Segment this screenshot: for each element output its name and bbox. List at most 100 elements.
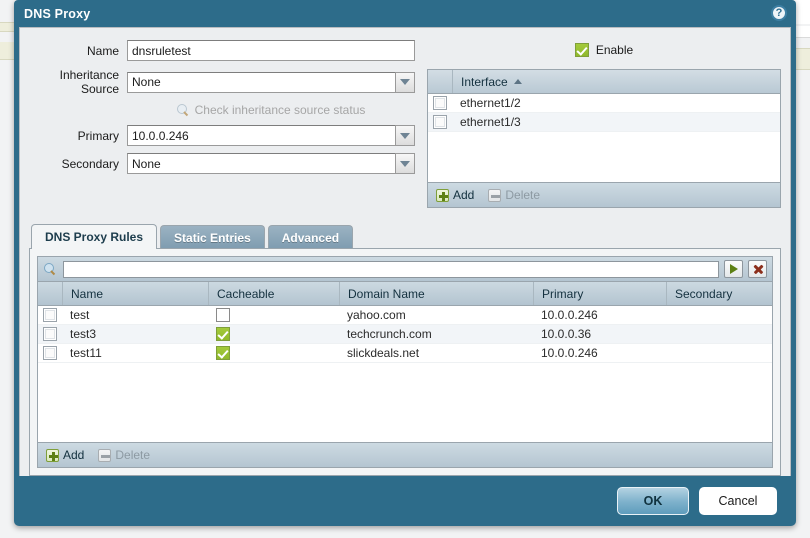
table-row[interactable]: ethernet1/2: [428, 94, 780, 113]
rules-column-header-primary[interactable]: Primary: [533, 282, 666, 305]
search-icon: [44, 263, 57, 276]
tabstrip: DNS Proxy Rules Static Entries Advanced: [29, 224, 781, 249]
interface-name-cell: ethernet1/3: [452, 113, 780, 131]
rules-search-bar: [37, 256, 773, 281]
secondary-row: Secondary: [29, 153, 415, 174]
plus-icon: [46, 449, 59, 462]
rule-cacheable-cell: [208, 344, 339, 362]
enable-label: Enable: [596, 43, 633, 57]
ok-button[interactable]: OK: [617, 487, 689, 515]
interface-add-button[interactable]: Add: [436, 188, 474, 202]
rules-grid-body: test yahoo.com 10.0.0.246 test3 techcrun…: [38, 306, 772, 442]
secondary-combo[interactable]: [127, 153, 415, 174]
row-checkbox[interactable]: [43, 327, 57, 341]
minus-icon: [98, 449, 111, 462]
table-row[interactable]: ethernet1/3: [428, 113, 780, 132]
table-row[interactable]: test3 techcrunch.com 10.0.0.36: [38, 325, 772, 344]
tab-static-entries[interactable]: Static Entries: [160, 225, 265, 249]
interface-grid-body: ethernet1/2 ethernet1/3: [428, 94, 780, 182]
enable-checkbox[interactable]: [575, 43, 589, 57]
interface-name-cell: ethernet1/2: [452, 94, 780, 112]
row-checkbox[interactable]: [43, 346, 57, 360]
dialog-footer: OK Cancel: [14, 476, 796, 526]
chevron-down-icon: [400, 133, 410, 139]
inheritance-source-dropdown-button[interactable]: [395, 72, 415, 93]
rule-cacheable-cell: [208, 306, 339, 324]
dialog-body: Name Inheritance Source: [19, 27, 791, 476]
rules-grid-toolbar: Add Delete: [38, 442, 772, 467]
cacheable-checkbox[interactable]: [216, 346, 230, 360]
row-checkbox[interactable]: [43, 308, 57, 322]
inheritance-status-row: Check inheritance source status: [29, 103, 415, 117]
green-arrow-icon: [730, 264, 738, 274]
rules-column-header-secondary[interactable]: Secondary: [666, 282, 772, 305]
dns-proxy-dialog: DNS Proxy ? Name Inheritance Source: [14, 0, 796, 526]
row-checkbox[interactable]: [433, 115, 447, 129]
table-row[interactable]: test yahoo.com 10.0.0.246: [38, 306, 772, 325]
rules-grid: Name Cacheable Domain Name Primary Secon…: [37, 281, 773, 468]
rules-delete-button[interactable]: Delete: [98, 448, 150, 462]
tab-panel-dns-proxy-rules: Name Cacheable Domain Name Primary Secon…: [29, 248, 781, 476]
rule-secondary-cell: [666, 306, 772, 324]
primary-input[interactable]: [127, 125, 395, 146]
primary-dropdown-button[interactable]: [395, 125, 415, 146]
tab-advanced[interactable]: Advanced: [268, 225, 353, 249]
rules-column-header-name[interactable]: Name: [62, 282, 208, 305]
inheritance-source-row: Inheritance Source: [29, 68, 415, 96]
tabs-block: DNS Proxy Rules Static Entries Advanced: [29, 224, 781, 476]
top-section: Name Inheritance Source: [29, 36, 781, 212]
secondary-label: Secondary: [29, 157, 127, 171]
settings-form: Name Inheritance Source: [29, 36, 415, 212]
check-inheritance-source-status-link[interactable]: Check inheritance source status: [127, 103, 415, 117]
apply-filter-button[interactable]: [724, 260, 743, 278]
enable-row: Enable: [427, 40, 781, 60]
rules-grid-header: Name Cacheable Domain Name Primary Secon…: [38, 282, 772, 306]
sort-ascending-icon: [514, 79, 522, 84]
rule-name-cell: test3: [62, 325, 208, 343]
search-input[interactable]: [63, 261, 719, 278]
tab-dns-proxy-rules[interactable]: DNS Proxy Rules: [31, 224, 157, 249]
interface-delete-button[interactable]: Delete: [488, 188, 540, 202]
inheritance-source-label: Inheritance Source: [29, 68, 127, 96]
interface-grid-toolbar: Add Delete: [428, 182, 780, 207]
dialog-titlebar: DNS Proxy ?: [14, 0, 796, 27]
clear-filter-button[interactable]: [748, 260, 767, 278]
secondary-input[interactable]: [127, 153, 395, 174]
row-checkbox[interactable]: [433, 96, 447, 110]
rule-name-cell: test11: [62, 344, 208, 362]
rule-cacheable-cell: [208, 325, 339, 343]
cacheable-checkbox[interactable]: [216, 327, 230, 341]
chevron-down-icon: [400, 79, 410, 85]
minus-icon: [488, 189, 501, 202]
secondary-dropdown-button[interactable]: [395, 153, 415, 174]
rules-add-button[interactable]: Add: [46, 448, 84, 462]
name-row: Name: [29, 40, 415, 61]
rule-secondary-cell: [666, 325, 772, 343]
interface-section: Enable Interface ethernet1/2: [415, 36, 781, 212]
rule-secondary-cell: [666, 344, 772, 362]
interface-column-header[interactable]: Interface: [452, 70, 780, 93]
cacheable-checkbox[interactable]: [216, 308, 230, 322]
rule-domain-cell: yahoo.com: [339, 306, 533, 324]
check-inheritance-source-status-label: Check inheritance source status: [195, 103, 366, 117]
red-x-icon: [753, 264, 763, 274]
primary-combo[interactable]: [127, 125, 415, 146]
interface-grid-header: Interface: [428, 70, 780, 94]
chevron-down-icon: [400, 161, 410, 167]
help-circle-icon[interactable]: ?: [771, 5, 787, 21]
inheritance-source-input[interactable]: [127, 72, 395, 93]
name-input[interactable]: [127, 40, 415, 61]
rules-column-header-cacheable[interactable]: Cacheable: [208, 282, 339, 305]
rule-primary-cell: 10.0.0.246: [533, 344, 666, 362]
name-label: Name: [29, 44, 127, 58]
rule-domain-cell: techcrunch.com: [339, 325, 533, 343]
table-row[interactable]: test11 slickdeals.net 10.0.0.246: [38, 344, 772, 363]
interface-grid: Interface ethernet1/2 ethernet1/3: [427, 69, 781, 208]
rules-select-all-cell: [38, 282, 62, 305]
plus-icon: [436, 189, 449, 202]
cancel-button[interactable]: Cancel: [699, 487, 777, 515]
inheritance-source-combo[interactable]: [127, 72, 415, 93]
rules-column-header-domain-name[interactable]: Domain Name: [339, 282, 533, 305]
interface-select-all-cell: [428, 70, 452, 93]
rule-primary-cell: 10.0.0.36: [533, 325, 666, 343]
